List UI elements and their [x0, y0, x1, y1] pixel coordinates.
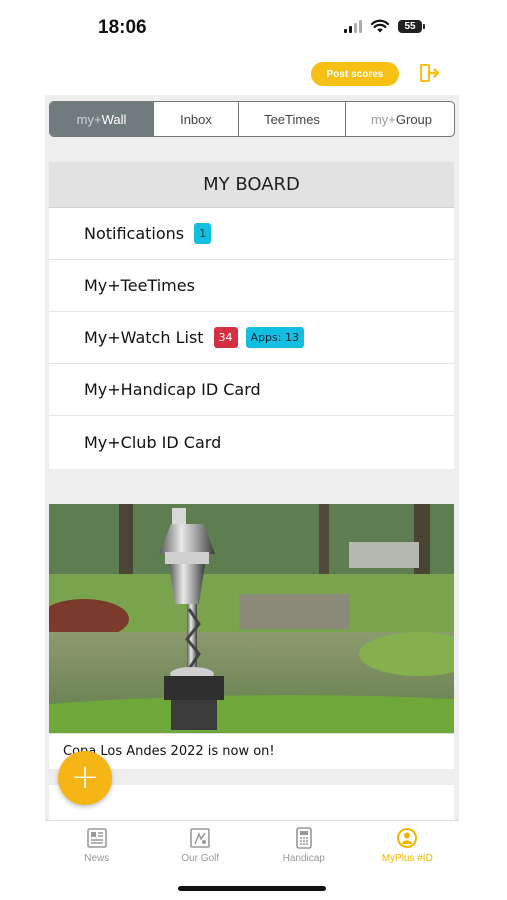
tab-inbox[interactable]: Inbox	[154, 102, 239, 136]
tab-my-group[interactable]: my+ Group	[346, 102, 454, 136]
add-fab-button[interactable]: +	[58, 751, 112, 805]
board-item-label: My+Watch List	[84, 328, 204, 347]
tab-label: Inbox	[180, 111, 212, 127]
board-item-teetimes[interactable]: My+TeeTimes	[49, 260, 454, 312]
nav-item-myplus-id[interactable]: MyPlus #ID	[356, 821, 460, 876]
signal-icon	[344, 19, 362, 33]
board-list: Notifications 1 My+TeeTimes My+Watch Lis…	[49, 208, 454, 469]
notifications-badge: 1	[194, 223, 212, 244]
status-time: 18:06	[98, 17, 147, 38]
news-icon	[86, 828, 107, 848]
board-item-label: My+Handicap ID Card	[84, 380, 261, 399]
our-golf-icon	[190, 828, 211, 848]
exit-icon[interactable]	[417, 61, 441, 85]
nav-item-news[interactable]: News	[45, 821, 149, 876]
tab-label: Group	[395, 111, 433, 127]
nav-label: Handicap	[282, 853, 325, 864]
news-card[interactable]: Copa Los Andes 2022 is now on!	[49, 504, 454, 769]
nav-label: Our Golf	[181, 853, 220, 864]
tab-teetimes[interactable]: TeeTimes	[239, 102, 346, 136]
nav-label: MyPlus #ID	[381, 853, 433, 864]
board-item-label: Notifications	[84, 224, 185, 243]
profile-icon	[397, 828, 418, 848]
wifi-icon	[371, 19, 389, 33]
tab-prefix: my+	[76, 111, 102, 127]
tab-my-wall[interactable]: my+ Wall	[50, 102, 154, 136]
board-item-handicap-id-card[interactable]: My+Handicap ID Card	[49, 364, 454, 416]
battery-icon: 55	[398, 19, 425, 33]
segment-tabs: my+ Wall Inbox TeeTimes my+ Group	[49, 101, 455, 137]
nav-item-handicap[interactable]: Handicap	[252, 821, 356, 876]
board-item-label: My+Club ID Card	[84, 433, 222, 452]
nav-label: News	[84, 853, 110, 864]
content-panel: my+ Wall Inbox TeeTimes my+ Group MY BOARD…	[45, 95, 459, 820]
board-item-notifications[interactable]: Notifications 1	[49, 208, 454, 260]
board-title: MY BOARD	[49, 162, 454, 208]
board-item-watch-list[interactable]: My+Watch List 34 Apps: 13	[49, 312, 454, 364]
tab-label: Wall	[101, 111, 127, 127]
news-caption: Copa Los Andes 2022 is now on!	[49, 733, 454, 769]
nav-item-our-golf[interactable]: Our Golf	[149, 821, 253, 876]
next-news-card[interactable]	[49, 785, 454, 820]
watch-list-count-badge: 34	[213, 327, 238, 348]
home-indicator	[178, 886, 326, 891]
calculator-icon	[295, 827, 312, 849]
status-icons: 55	[344, 19, 425, 33]
board-item-club-id-card[interactable]: My+Club ID Card	[49, 416, 454, 469]
tab-prefix: my+	[370, 111, 396, 127]
news-image	[49, 504, 454, 733]
bottom-nav: News Our Golf Handicap MyPlus #ID	[45, 820, 459, 876]
watch-list-apps-badge: Apps: 13	[245, 327, 304, 348]
board-item-label: My+TeeTimes	[84, 276, 195, 295]
post-scores-button[interactable]: Post scores	[311, 62, 399, 86]
tab-label: TeeTimes	[264, 111, 320, 127]
